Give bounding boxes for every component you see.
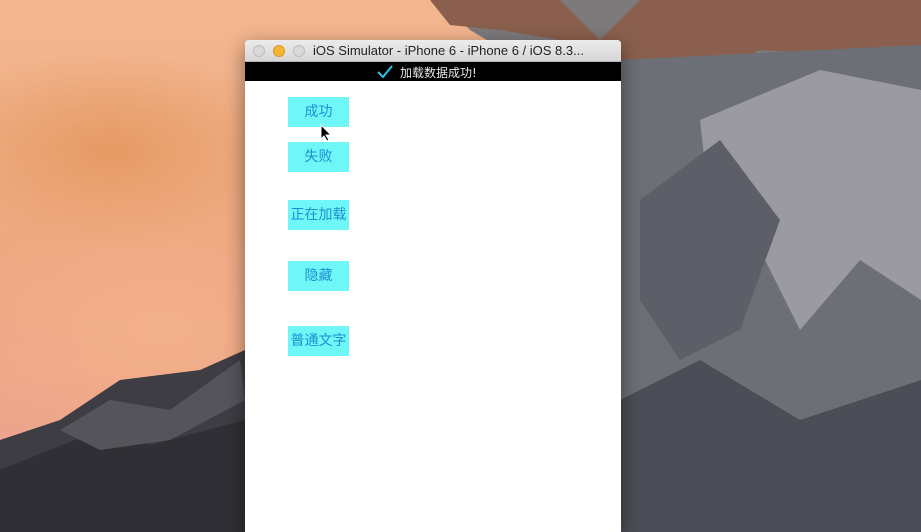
zoom-window-button[interactable]: [293, 45, 305, 57]
plain-text-button[interactable]: 普通文字: [288, 326, 349, 356]
hide-button[interactable]: 隐藏: [288, 261, 349, 291]
hud-status-bar: 加载数据成功!: [245, 62, 621, 81]
status-message: 加载数据成功!: [400, 66, 477, 80]
window-title: iOS Simulator - iPhone 6 - iPhone 6 / iO…: [313, 43, 584, 58]
ios-simulator-window: iOS Simulator - iPhone 6 - iPhone 6 / iO…: [245, 40, 621, 532]
minimize-window-button[interactable]: [273, 45, 285, 57]
success-button[interactable]: 成功: [288, 97, 349, 127]
window-titlebar[interactable]: iOS Simulator - iPhone 6 - iPhone 6 / iO…: [245, 40, 621, 62]
checkmark-icon: [377, 65, 393, 78]
close-window-button[interactable]: [253, 45, 265, 57]
loading-button[interactable]: 正在加载: [288, 200, 349, 230]
app-screen: 成功 失败 正在加载 隐藏 普通文字: [245, 81, 621, 532]
mouse-pointer-icon: [320, 124, 332, 142]
failure-button[interactable]: 失败: [288, 142, 349, 172]
